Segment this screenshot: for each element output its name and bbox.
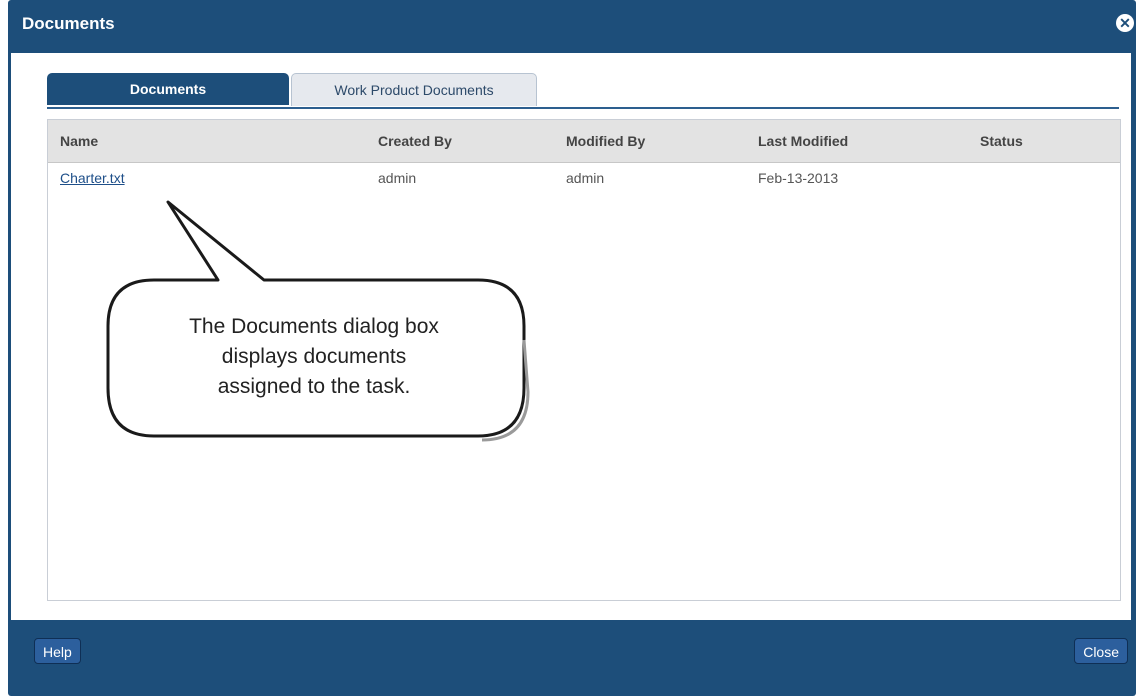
column-header-last-modified[interactable]: Last Modified	[758, 133, 848, 149]
cell-modified-by: admin	[566, 170, 605, 186]
tab-documents[interactable]: Documents	[47, 73, 289, 105]
column-header-created-by[interactable]: Created By	[378, 133, 452, 149]
close-icon[interactable]: ✕	[1116, 14, 1134, 32]
callout-line-3: assigned to the task.	[217, 375, 411, 398]
callout-line-2: displays documents	[221, 345, 407, 368]
dialog-footer: Help Close	[8, 621, 1136, 696]
tab-bar: Documents Work Product Documents	[47, 73, 1119, 109]
dialog-title: Documents	[22, 14, 115, 33]
column-header-modified-by[interactable]: Modified By	[566, 133, 645, 149]
column-header-name[interactable]: Name	[60, 133, 98, 149]
cell-created-by: admin	[378, 170, 417, 186]
callout-line-1: The Documents dialog box	[189, 315, 439, 338]
callout-text: The Documents dialog box displays docume…	[104, 312, 524, 402]
cell-last-modified: Feb-13-2013	[758, 170, 839, 186]
document-link-charter[interactable]: Charter.txt	[60, 170, 125, 186]
column-header-status[interactable]: Status	[980, 133, 1023, 149]
table-header: Name Created By Modified By Last Modifie…	[48, 120, 1120, 163]
help-button[interactable]: Help	[34, 638, 81, 664]
close-button[interactable]: Close	[1074, 638, 1128, 664]
dialog-titlebar: Documents ✕	[8, 0, 1136, 52]
table-row: Charter.txt admin admin Feb-13-2013	[48, 170, 1120, 194]
tab-work-product-documents[interactable]: Work Product Documents	[291, 73, 537, 106]
